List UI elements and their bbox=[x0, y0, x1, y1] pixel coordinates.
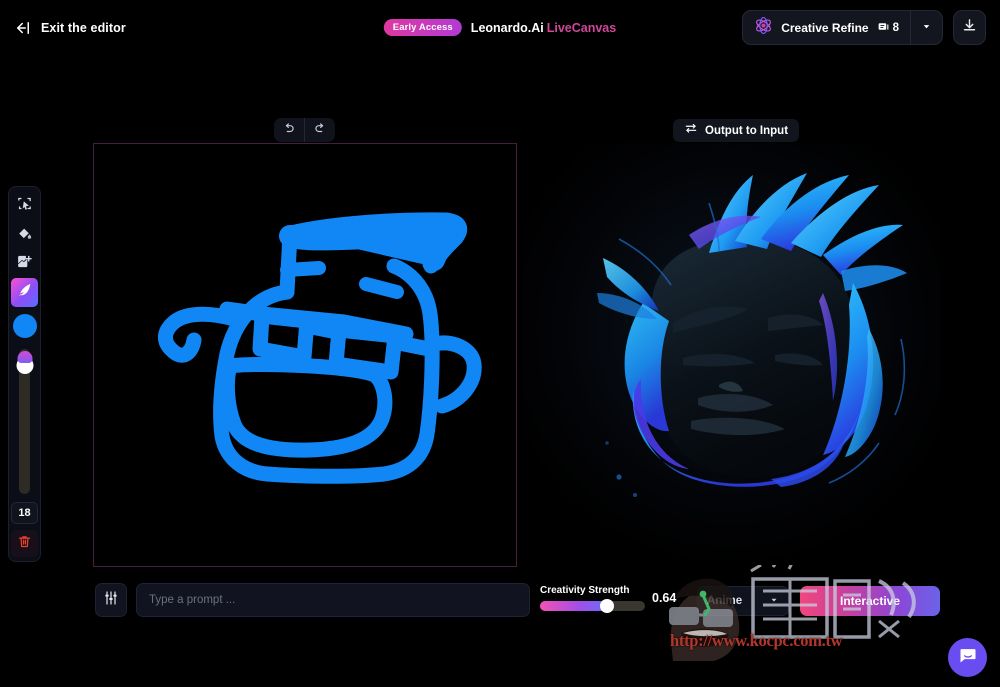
output-to-input-button[interactable]: Output to Input bbox=[673, 119, 800, 142]
swap-arrows-icon bbox=[684, 121, 698, 140]
generate-interactive-label: Interactive bbox=[839, 594, 901, 608]
doodle-drawing bbox=[158, 212, 482, 484]
creativity-strength-control: Creativity Strength bbox=[540, 585, 645, 613]
redo-arrow-icon bbox=[313, 121, 327, 140]
prompt-input[interactable] bbox=[136, 583, 530, 617]
generated-image bbox=[523, 143, 940, 560]
chevron-down-icon bbox=[769, 592, 779, 610]
creativity-strength-value: 0.64 bbox=[652, 591, 677, 605]
undo-button[interactable] bbox=[274, 118, 304, 142]
exit-editor-button[interactable]: Exit the editor bbox=[14, 19, 126, 37]
token-coin-icon bbox=[877, 20, 890, 36]
brush-color-swatch bbox=[12, 313, 37, 338]
token-count: 8 bbox=[892, 21, 899, 34]
brush-size-value: 18 bbox=[11, 502, 38, 524]
download-icon bbox=[961, 17, 978, 39]
style-preset-select[interactable]: Anime bbox=[697, 586, 789, 616]
select-tool-button[interactable] bbox=[11, 191, 38, 220]
brush-size-slider-thumb[interactable] bbox=[16, 351, 33, 374]
input-canvas[interactable] bbox=[93, 143, 517, 567]
sliders-icon bbox=[103, 590, 119, 611]
creative-refine-button[interactable]: Creative Refine 8 bbox=[743, 11, 910, 44]
creativity-strength-fill bbox=[540, 601, 608, 611]
output-to-input-label: Output to Input bbox=[705, 124, 789, 137]
watermark-url: http://www.kocpc.com.tw bbox=[670, 631, 843, 650]
redo-button[interactable] bbox=[305, 118, 335, 142]
app-title-group: Early Access Leonardo.Ai LiveCanvas bbox=[383, 18, 616, 37]
app-header: Exit the editor Early Access Leonardo.Ai… bbox=[0, 0, 1000, 55]
early-access-badge: Early Access bbox=[383, 18, 462, 37]
trash-icon bbox=[17, 534, 32, 554]
undo-arrow-icon bbox=[282, 121, 296, 140]
creative-refine-dropdown-button[interactable] bbox=[911, 11, 942, 44]
creativity-strength-label: Creativity Strength bbox=[540, 585, 630, 596]
marquee-select-icon bbox=[16, 195, 33, 217]
creativity-strength-thumb[interactable] bbox=[600, 599, 615, 613]
live-canvas-editor: Exit the editor Early Access Leonardo.Ai… bbox=[0, 0, 1000, 687]
brush-color-button[interactable] bbox=[10, 311, 39, 340]
output-canvas[interactable] bbox=[523, 143, 940, 560]
prompt-settings-button[interactable] bbox=[95, 583, 127, 617]
download-button[interactable] bbox=[953, 10, 986, 45]
clear-canvas-button[interactable] bbox=[11, 530, 38, 557]
chat-bubble-icon bbox=[958, 645, 978, 670]
brand-title: Leonardo.Ai LiveCanvas bbox=[471, 19, 616, 37]
atom-icon bbox=[754, 16, 773, 40]
exit-editor-label: Exit the editor bbox=[41, 20, 126, 35]
brush-size-slider[interactable] bbox=[16, 349, 33, 494]
creativity-strength-slider[interactable] bbox=[540, 599, 645, 613]
brush-stroke-icon bbox=[16, 281, 34, 304]
add-image-tool-button[interactable] bbox=[11, 249, 38, 278]
style-preset-label: Anime bbox=[707, 595, 743, 607]
tools-panel: 18 bbox=[8, 186, 41, 562]
support-chat-button[interactable] bbox=[948, 638, 987, 677]
brush-tool-button[interactable] bbox=[11, 278, 38, 307]
chevron-down-icon bbox=[921, 19, 932, 37]
creative-refine-label: Creative Refine bbox=[781, 20, 869, 35]
paint-bucket-icon bbox=[16, 224, 33, 246]
product-name: LiveCanvas bbox=[546, 20, 617, 35]
token-balance: 8 bbox=[877, 20, 899, 36]
generate-interactive-button[interactable]: Interactive bbox=[800, 586, 940, 616]
brand-name: Leonardo.Ai bbox=[470, 20, 544, 35]
fill-tool-button[interactable] bbox=[11, 220, 38, 249]
image-plus-icon bbox=[16, 253, 33, 275]
history-controls bbox=[274, 118, 335, 142]
arrow-left-to-bar-icon bbox=[14, 19, 32, 37]
creative-refine-control[interactable]: Creative Refine 8 bbox=[742, 10, 943, 45]
header-actions: Creative Refine 8 bbox=[742, 10, 986, 45]
